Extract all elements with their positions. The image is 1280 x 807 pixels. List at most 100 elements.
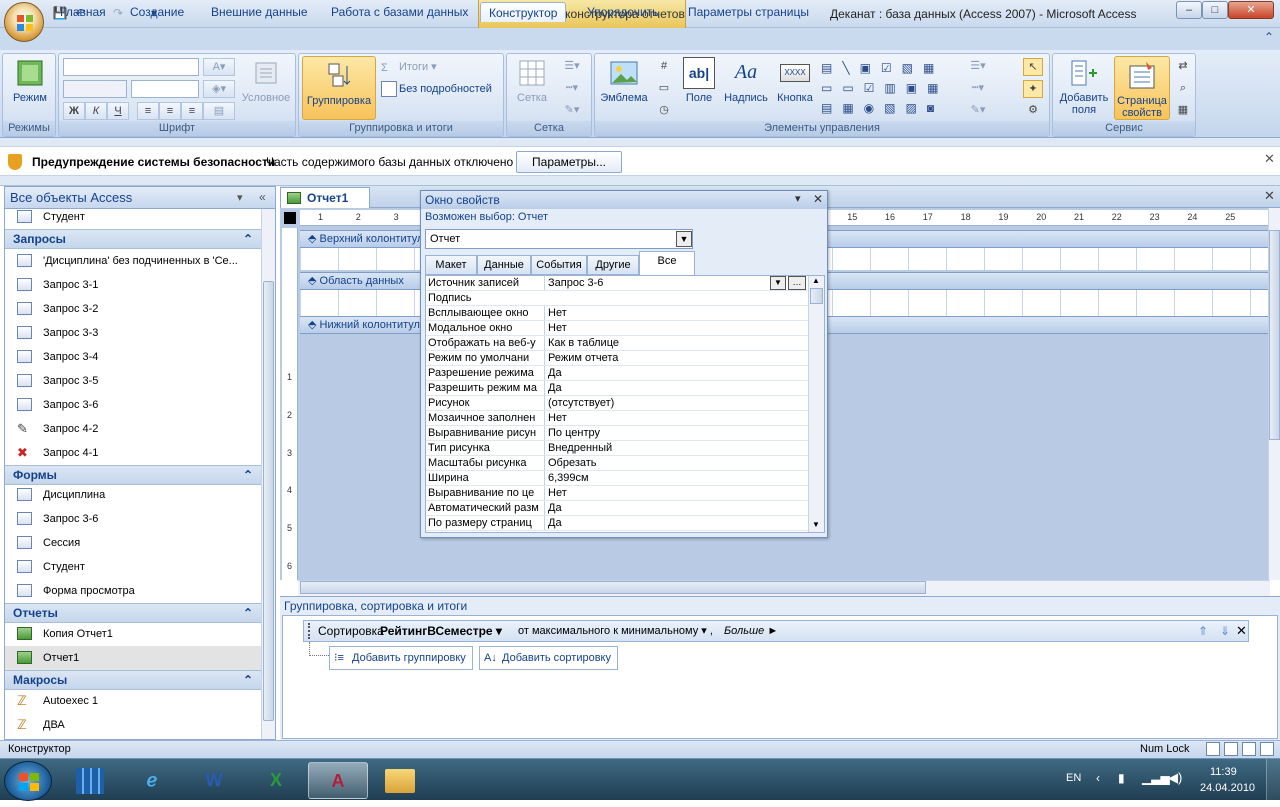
property-row[interactable]: Разрешить режим ма Да bbox=[426, 381, 808, 396]
nav-scroll-thumb[interactable] bbox=[263, 281, 274, 721]
property-value[interactable]: Режим отчета bbox=[544, 351, 806, 365]
nav-group-reports[interactable]: Отчеты ⌃ bbox=[5, 603, 261, 623]
taskbar-explorer-icon[interactable] bbox=[370, 762, 430, 799]
select-arrow-icon[interactable]: ↖ bbox=[1023, 58, 1043, 76]
volume-icon[interactable]: ◀) bbox=[1168, 770, 1182, 786]
clock-date[interactable]: 24.04.2010 bbox=[1200, 782, 1255, 794]
nav-group-macros[interactable]: Макросы ⌃ bbox=[5, 670, 261, 690]
grouping-button[interactable]: Группировка bbox=[302, 56, 376, 120]
property-sheet-title[interactable]: Окно свойств bbox=[421, 191, 827, 209]
property-value[interactable]: Нет bbox=[544, 411, 806, 425]
prop-tab-other[interactable]: Другие bbox=[587, 255, 639, 275]
property-row[interactable]: Подпись bbox=[426, 291, 808, 306]
document-vscroll-thumb[interactable] bbox=[1269, 230, 1280, 440]
start-button[interactable] bbox=[4, 761, 52, 801]
add-fields-button[interactable]: Добавить поля bbox=[1056, 57, 1112, 116]
document-hscroll-thumb[interactable] bbox=[300, 581, 926, 594]
tray-usb-icon[interactable]: ▮ bbox=[1118, 771, 1125, 785]
nav-item-query[interactable]: ✖ Запрос 4-1 bbox=[5, 441, 261, 465]
page-number-icon[interactable]: # bbox=[655, 58, 673, 76]
code-icon[interactable]: ⌕ bbox=[1173, 80, 1193, 98]
font-style-combo[interactable] bbox=[63, 80, 127, 98]
property-row[interactable]: Модальное окно Нет bbox=[426, 321, 808, 336]
line-style-icon[interactable]: ┅▾ bbox=[963, 80, 993, 98]
tray-chevron-icon[interactable]: ‹ bbox=[1096, 771, 1100, 785]
date-time-icon[interactable]: ◷ bbox=[655, 102, 673, 120]
maximize-button[interactable]: □ bbox=[1202, 1, 1228, 19]
tab-create[interactable]: Создание bbox=[122, 2, 192, 22]
nav-group-forms[interactable]: Формы ⌃ bbox=[5, 465, 261, 485]
property-scroll-thumb[interactable] bbox=[810, 288, 823, 304]
property-row[interactable]: Выравнивание рисун По центру bbox=[426, 426, 808, 441]
nav-group-queries[interactable]: Запросы ⌃ bbox=[5, 229, 261, 249]
tab-design[interactable]: Конструктор bbox=[480, 2, 567, 22]
nav-item-query[interactable]: Запрос 3-4 bbox=[5, 345, 261, 369]
property-value[interactable]: Да bbox=[544, 501, 806, 515]
document-close-icon[interactable]: ✕ bbox=[1264, 188, 1275, 204]
more-options-link[interactable]: Больше ► bbox=[724, 621, 778, 641]
nav-item-form[interactable]: Форма просмотра bbox=[5, 579, 261, 603]
line-color-icon[interactable]: ✎▾ bbox=[557, 102, 587, 120]
office-button[interactable] bbox=[4, 2, 44, 42]
view-preview-icon[interactable] bbox=[1260, 742, 1274, 756]
property-value[interactable]: Да bbox=[544, 516, 806, 530]
nav-item-query[interactable]: Запрос 3-3 bbox=[5, 321, 261, 345]
prop-tab-format[interactable]: Макет bbox=[425, 255, 477, 275]
bold-button[interactable]: Ж bbox=[63, 102, 85, 120]
property-row[interactable]: Автоматический разм Да bbox=[426, 501, 808, 516]
command-button[interactable]: XXXX Кнопка bbox=[773, 57, 817, 104]
align-left-icon[interactable]: ≡ bbox=[137, 102, 159, 120]
document-hscrollbar[interactable] bbox=[298, 580, 1270, 596]
taskbar-library-icon[interactable] bbox=[60, 762, 120, 799]
property-value[interactable]: Обрезать bbox=[544, 456, 806, 470]
nav-item-form[interactable]: Запрос 3-6 bbox=[5, 507, 261, 531]
view-mode-button[interactable]: Режим bbox=[7, 57, 53, 104]
sort-field-select[interactable]: РейтингВСеместре ▾ bbox=[380, 621, 502, 641]
wizard-icon[interactable]: ✦ bbox=[1023, 80, 1043, 98]
view-report-icon[interactable] bbox=[1206, 742, 1220, 756]
move-down-icon[interactable]: ⇓ bbox=[1220, 621, 1230, 641]
prop-tab-all[interactable]: Все bbox=[639, 251, 695, 276]
nav-item-form[interactable]: Дисциплина bbox=[5, 483, 261, 507]
tab-database-tools[interactable]: Работа с базами данных bbox=[323, 2, 476, 22]
property-value[interactable]: Нет bbox=[544, 321, 806, 335]
language-indicator[interactable]: EN bbox=[1066, 772, 1081, 784]
report-settings-icon[interactable]: ▦ bbox=[1173, 102, 1193, 120]
property-value[interactable]: 6,399см bbox=[544, 471, 806, 485]
nav-item-query[interactable]: Запрос 3-2 bbox=[5, 297, 261, 321]
nav-item-report-selected[interactable]: Отчет1 bbox=[5, 646, 261, 670]
property-value[interactable]: (отсутствует) bbox=[544, 396, 806, 410]
sort-order-select[interactable]: от максимального к минимальному ▾ , bbox=[518, 621, 713, 641]
property-value[interactable]: Как в таблице bbox=[544, 336, 806, 350]
label-button[interactable]: Aa Надпись bbox=[723, 57, 769, 104]
property-value[interactable]: Да bbox=[544, 381, 806, 395]
taskbar-access-icon[interactable]: A bbox=[308, 762, 368, 799]
font-size-combo[interactable] bbox=[131, 80, 199, 98]
line-thickness-icon[interactable]: ☰▾ bbox=[557, 58, 587, 76]
property-row[interactable]: Тип рисунка Внедренный bbox=[426, 441, 808, 456]
move-up-icon[interactable]: ⇑ bbox=[1198, 621, 1208, 641]
property-row[interactable]: Ширина 6,399см bbox=[426, 471, 808, 486]
property-sheet-button[interactable]: Страница свойств bbox=[1114, 56, 1170, 120]
nav-item-form[interactable]: Сессия bbox=[5, 531, 261, 555]
logo-button[interactable]: Эмблема bbox=[598, 57, 650, 104]
tab-external-data[interactable]: Внешние данные bbox=[203, 2, 316, 22]
taskbar-excel-icon[interactable]: X bbox=[246, 762, 306, 799]
tab-page-setup[interactable]: Параметры страницы bbox=[680, 2, 817, 22]
border-color-icon[interactable]: ✎▾ bbox=[963, 102, 993, 120]
line-width-icon[interactable]: ☰▾ bbox=[963, 58, 993, 76]
property-value[interactable]: Запрос 3-6 bbox=[544, 276, 806, 290]
tab-arrange[interactable]: Упорядочить bbox=[579, 2, 666, 22]
nav-item-report[interactable]: Копия Отчет1 bbox=[5, 622, 261, 646]
chevron-down-icon[interactable]: ▼ bbox=[770, 276, 786, 290]
property-value[interactable]: Нет bbox=[544, 306, 806, 320]
security-options-button[interactable]: Параметры... bbox=[516, 151, 622, 173]
chevron-down-icon[interactable]: ▼ bbox=[676, 231, 692, 247]
property-row[interactable]: Источник записей Запрос 3-6 ▼… bbox=[426, 276, 808, 291]
conditional-format-button[interactable]: Условное bbox=[239, 57, 293, 104]
close-button[interactable]: ✕ bbox=[1228, 1, 1274, 19]
nav-item-query[interactable]: 'Дисциплина' без подчиненных в 'Се... bbox=[5, 249, 261, 273]
add-sort-button[interactable]: A↓ Добавить сортировку bbox=[479, 646, 618, 670]
prop-tab-data[interactable]: Данные bbox=[477, 255, 531, 275]
security-close-icon[interactable]: ✕ bbox=[1264, 151, 1275, 167]
